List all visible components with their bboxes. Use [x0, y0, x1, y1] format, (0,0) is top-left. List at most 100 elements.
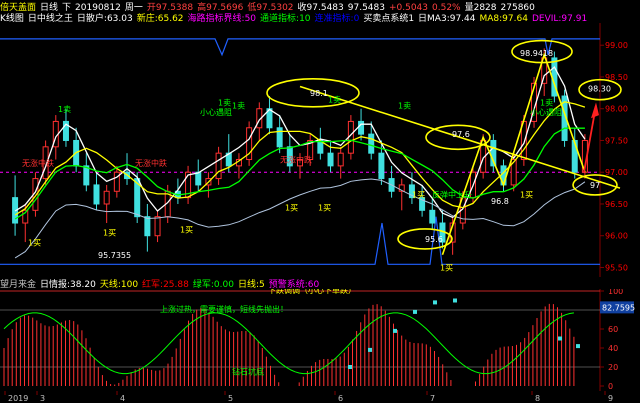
indicator-item: MA8:97.64	[479, 14, 528, 23]
sub-note: 下跌调调（小心下单跌）	[268, 289, 356, 295]
candle-body	[103, 190, 110, 205]
candle-body	[368, 133, 375, 154]
candle-body	[276, 127, 283, 148]
price-marker-label: 97	[590, 181, 600, 190]
sub-value-label: 82.7595	[602, 303, 635, 312]
buy-signal-label: 1买	[28, 238, 41, 247]
sell-signal-label: 1卖	[540, 99, 553, 108]
price-marker-label: 98.9418	[520, 49, 553, 58]
change-pct: 0.52%	[432, 3, 461, 11]
quote-date: 20190812	[75, 3, 121, 11]
date-label: 9	[608, 394, 613, 403]
main-price-chart[interactable]: 99.0098.5098.0097.5097.0096.5096.0095.50…	[0, 23, 640, 277]
date-label: 4	[120, 394, 125, 403]
change-value: +0.5043	[388, 3, 429, 11]
date-label: 3	[40, 394, 45, 403]
signal-dot	[576, 344, 580, 349]
indicator-item: 日中线之王	[27, 14, 73, 23]
date-label: 6	[338, 394, 343, 403]
buy-signal-label: 1买	[412, 191, 425, 200]
sub-indicator-item: 望月来金	[0, 280, 37, 289]
price-tick-label: 97.00	[605, 168, 628, 177]
date-label: 2019	[8, 394, 28, 403]
quote-header: 倍天盖面 日线下 20190812 周一 开97.5388 高97.5696 低97.530…	[0, 0, 640, 11]
warning-note: 小心遇阻	[200, 108, 232, 117]
candle-body	[154, 216, 161, 237]
candle-body	[358, 120, 365, 135]
date-label: 7	[430, 394, 435, 403]
indicator-item: 日散户:63.03	[76, 14, 133, 23]
sub-tick-label: 20	[608, 363, 618, 372]
price-tick-label: 96.00	[605, 232, 628, 241]
candle-body	[83, 165, 90, 186]
trend-state-label: 无涨中跌	[135, 158, 167, 168]
sub-indicator-item: 绿军:0.00	[192, 280, 234, 289]
sub-tick-label: 100	[608, 289, 623, 296]
amount-value: 275860	[500, 3, 535, 11]
sub-indicator-item: 日线:5	[237, 280, 265, 289]
signal-dot	[348, 365, 352, 369]
buy-signal-label: 1买	[440, 264, 453, 273]
sell-signal-label: 1卖	[328, 95, 341, 104]
candle-body	[93, 184, 100, 205]
stock-name: 倍天盖面	[0, 3, 37, 11]
candle-body	[144, 216, 151, 237]
indicator-header: K线图 日中线之王 日散户:63.03 新庄:65.62 海路指标界线:50 通道指标:1…	[0, 11, 640, 23]
price-tick-label: 99.00	[605, 41, 628, 50]
sub-indicator-item: 预警系统:60	[268, 280, 320, 289]
warning-note: 小心遇阻	[530, 108, 562, 117]
buy-signal-label: 1买	[318, 203, 331, 212]
last-value: 97.5483	[347, 3, 385, 11]
candle-body	[215, 152, 222, 180]
signal-dot	[558, 336, 562, 341]
price-tick-label: 96.50	[605, 200, 628, 209]
signal-dot	[413, 309, 417, 314]
sub-tick-label: 40	[608, 344, 618, 353]
buy-signal-label: 1买	[520, 191, 533, 200]
quote-weekday: 周一	[124, 3, 143, 11]
buy-signal-label: 1买	[285, 203, 298, 212]
rebound-label: 反弹中上升	[432, 190, 472, 200]
sell-signal-label: 1卖	[398, 102, 411, 111]
price-marker-label: 95.6	[425, 235, 443, 244]
buy-signal-label: 1买	[180, 226, 193, 235]
sub-indicator-item: 红军:25.88	[142, 280, 189, 289]
candle-body	[337, 152, 344, 167]
low-price-label: 95.7355	[98, 251, 131, 260]
price-marker-label: 97.6	[452, 130, 470, 139]
close-value: 收97.5483	[297, 3, 344, 11]
high-value: 高97.5696	[197, 3, 244, 11]
buy-signal-label: 1买	[103, 229, 116, 238]
date-label: 8	[535, 394, 540, 403]
trend-state-label: 无涨中跌	[280, 155, 312, 165]
indicator-item: 买卖点系统1	[363, 14, 415, 23]
candle-body	[429, 209, 436, 224]
indicator-item: DEVIL:97.91	[531, 14, 588, 23]
indicator-item: 连准指标:0	[314, 14, 360, 23]
signal-dot	[368, 347, 372, 352]
sell-signal-label: 1卖	[58, 105, 71, 114]
date-axis: 2019 3 4 5 6 7 8 9	[4, 391, 613, 403]
trend-state-label: 无涨中跌	[22, 158, 54, 168]
open-value: 开97.5388	[146, 3, 194, 11]
sub-tick-label: 60	[608, 325, 618, 334]
period-arrow: 下	[62, 3, 72, 11]
price-marker-label: 98.1	[310, 89, 328, 98]
price-marker-label: 98.30	[588, 84, 611, 93]
sub-oscillator-chart[interactable]: 100806040200下跌调调（小心下单跌）上涨过热，需要谨慎，短线先抛出！钻…	[0, 289, 640, 391]
sell-signal-label: 1卖	[232, 102, 245, 111]
candle-body	[195, 171, 202, 186]
indicator-item: K线图	[0, 14, 24, 23]
low-value: 低97.5302	[247, 3, 294, 11]
price-tick-label: 97.50	[605, 136, 628, 145]
sub-tick-label: 0	[608, 382, 613, 391]
sub-note: 钻石坑底	[232, 367, 264, 377]
indicator-item: 通道指标:10	[260, 14, 311, 23]
oscillator-line	[3, 312, 574, 375]
price-marker-label: 96.8	[491, 197, 509, 206]
indicator-item: 日MA3:97.44	[418, 14, 476, 23]
sub-note: 上涨过热，需要谨慎，短线先抛出！	[160, 304, 288, 314]
sub-indicator-header: 望月来金 日情报:38.20 天线:100 红军:25.88 绿军:0.00 日线:5 预警…	[0, 277, 640, 289]
period-label: 日线	[40, 3, 59, 11]
indicator-item: 海路指标界线:50	[187, 14, 257, 23]
